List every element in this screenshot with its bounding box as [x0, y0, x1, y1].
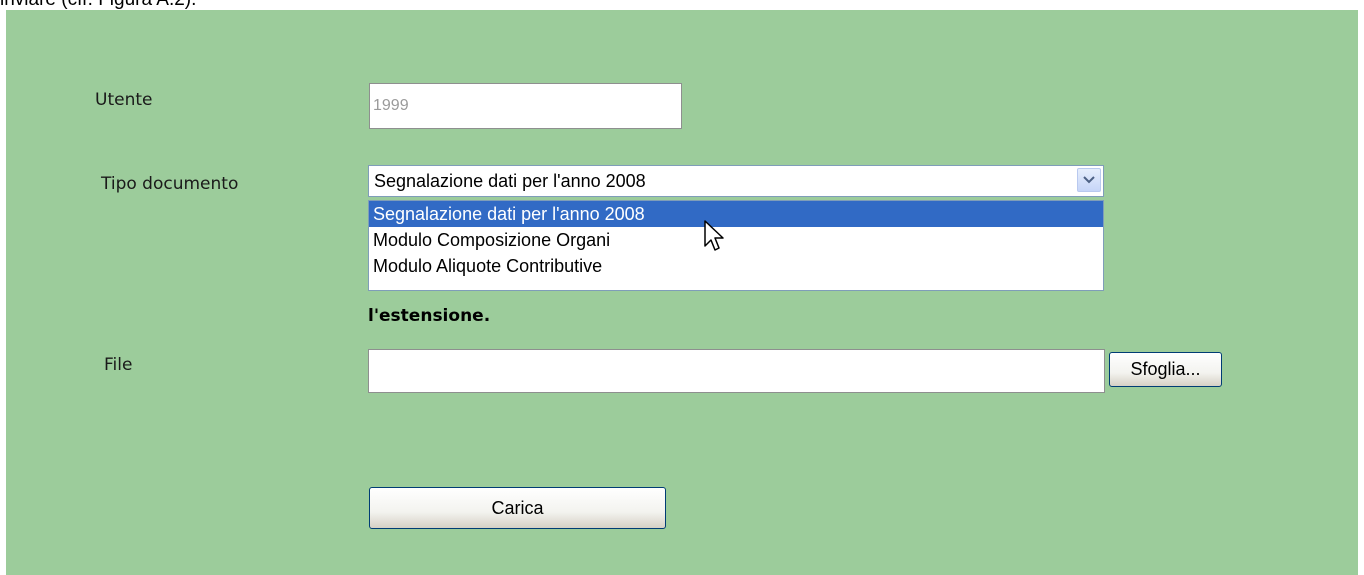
file-label: File [104, 355, 133, 375]
submit-button[interactable]: Carica [369, 487, 666, 529]
browse-button[interactable]: Sfoglia... [1109, 352, 1222, 387]
utente-field[interactable]: 1999 [369, 83, 682, 129]
dropdown-option[interactable]: Modulo Composizione Organi [369, 227, 1103, 253]
tipo-documento-select[interactable]: Segnalazione dati per l'anno 2008 [368, 165, 1104, 197]
utente-label: Utente [95, 90, 153, 110]
tipo-documento-label: Tipo documento [101, 174, 239, 194]
file-path-input[interactable] [368, 349, 1105, 393]
tipo-documento-selected-value: Segnalazione dati per l'anno 2008 [374, 171, 646, 191]
dropdown-option[interactable]: Segnalazione dati per l'anno 2008 [369, 201, 1103, 227]
tipo-documento-dropdown-list: Segnalazione dati per l'anno 2008 Modulo… [368, 200, 1104, 291]
upload-form-panel: Utente 1999 Tipo documento Segnalazione … [6, 10, 1358, 575]
dropdown-option[interactable]: Modulo Aliquote Contributive [369, 253, 1103, 279]
mouse-pointer-icon [704, 220, 724, 251]
chevron-down-icon[interactable] [1077, 168, 1101, 192]
extension-note: l'estensione. [368, 306, 491, 326]
utente-value: 1999 [373, 97, 409, 114]
